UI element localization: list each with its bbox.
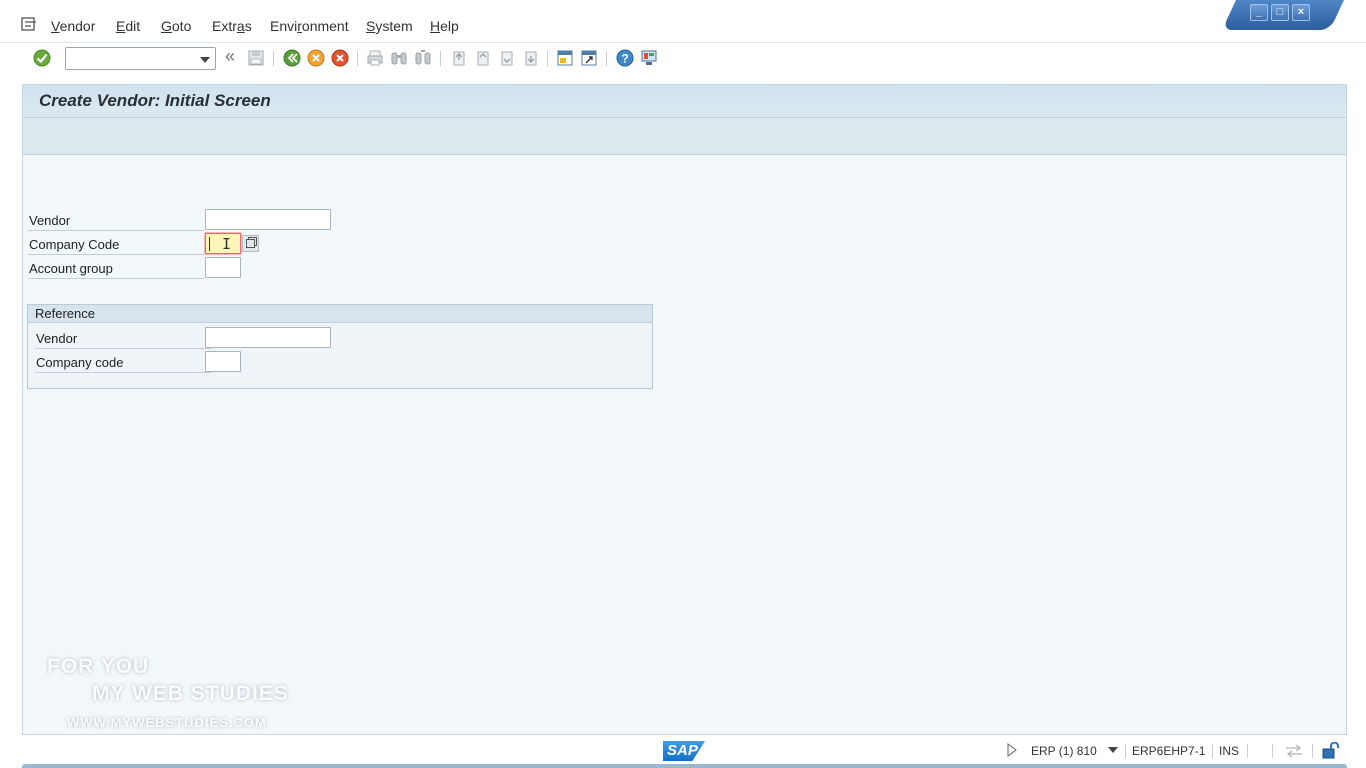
- menu-system[interactable]: System: [366, 18, 413, 34]
- unlock-icon[interactable]: [1322, 742, 1340, 759]
- watermark-line-1: FOR YOU: [47, 655, 150, 678]
- exit-icon[interactable]: [307, 49, 325, 67]
- system-info: ERP (1) 810: [1031, 744, 1097, 758]
- menu-goto[interactable]: Goto: [161, 18, 191, 34]
- menu-environment[interactable]: Environment: [270, 18, 349, 34]
- svg-text:?: ?: [621, 52, 628, 66]
- minimize-button[interactable]: _: [1250, 4, 1268, 21]
- layout-icon[interactable]: [640, 49, 658, 67]
- reference-vendor-input[interactable]: [205, 327, 331, 348]
- company-code-row: Company Code: [28, 233, 204, 255]
- toolbar-separator: [357, 51, 358, 66]
- menu-bar: Vendor Edit Goto Extras Environment Syst…: [0, 0, 1366, 43]
- vendor-row: Vendor: [28, 209, 204, 231]
- maximize-button[interactable]: □: [1271, 4, 1289, 21]
- status-separator: [1125, 744, 1126, 758]
- create-session-icon[interactable]: [556, 49, 574, 67]
- sap-logo: SAP: [663, 741, 705, 761]
- reference-group-box: Reference Vendor Company code: [27, 304, 653, 389]
- menu-extras[interactable]: Extras: [212, 18, 252, 34]
- menu-vendor[interactable]: Vendor: [51, 18, 95, 34]
- status-separator: [1312, 744, 1313, 758]
- print-icon[interactable]: [366, 49, 384, 67]
- status-separator: [1272, 744, 1273, 758]
- toolbar-separator: [547, 51, 548, 66]
- value-help-icon[interactable]: [242, 235, 259, 252]
- watermark-line-2: MY WEB STUDIES: [92, 682, 289, 705]
- company-code-label: Company Code: [29, 237, 120, 252]
- find-icon[interactable]: [390, 49, 408, 67]
- application-toolbar: [23, 118, 1346, 155]
- status-separator: [1212, 744, 1213, 758]
- sap-logo-text: SAP: [667, 742, 698, 759]
- help-icon[interactable]: ?: [616, 49, 634, 67]
- shortcut-icon[interactable]: [580, 49, 598, 67]
- command-field[interactable]: [65, 47, 216, 70]
- window-controls: _ □ ×: [1250, 4, 1310, 21]
- account-group-label: Account group: [29, 261, 113, 276]
- toolbar-separator: [273, 51, 274, 66]
- reference-company-code-label: Company code: [36, 355, 124, 370]
- screen-area: Create Vendor: Initial Screen Vendor Com…: [22, 84, 1347, 735]
- next-page-icon[interactable]: [498, 49, 516, 67]
- reference-group-title: Reference: [35, 306, 95, 321]
- toolbar-separator: [440, 51, 441, 66]
- chevron-down-icon[interactable]: [1108, 747, 1118, 754]
- previous-page-icon[interactable]: [474, 49, 492, 67]
- toolbar-separator: [606, 51, 607, 66]
- first-page-icon[interactable]: [450, 49, 468, 67]
- vendor-input[interactable]: [205, 209, 331, 230]
- menu-icon[interactable]: [21, 17, 37, 31]
- account-group-row: Account group: [28, 257, 204, 279]
- reference-vendor-label: Vendor: [36, 331, 78, 346]
- chevron-down-icon[interactable]: [200, 57, 210, 63]
- server-info: ERP6EHP7-1: [1132, 744, 1206, 758]
- text-cursor-icon: I: [222, 235, 232, 253]
- save-icon[interactable]: [247, 49, 265, 67]
- account-group-input[interactable]: [205, 257, 241, 278]
- screen-title-bar: Create Vendor: Initial Screen: [23, 85, 1346, 118]
- reference-group-header: Reference: [28, 305, 652, 323]
- status-bar: SAP ERP (1) 810 ERP6EHP7-1 INS: [0, 736, 1366, 768]
- close-button[interactable]: ×: [1292, 4, 1310, 21]
- reference-company-code-input[interactable]: [205, 351, 241, 372]
- menu-help[interactable]: Help: [430, 18, 459, 34]
- menu-edit[interactable]: Edit: [116, 18, 140, 34]
- reference-vendor-row: Vendor: [35, 327, 211, 349]
- collapse-double-chevron-icon[interactable]: «: [225, 46, 235, 67]
- last-page-icon[interactable]: [522, 49, 540, 67]
- reference-company-code-row: Company code: [35, 351, 211, 373]
- page-title: Create Vendor: Initial Screen: [39, 91, 271, 110]
- watermark-line-3: WWW.MYWEBSTUDIES.COM: [67, 715, 267, 730]
- standard-toolbar: « ?: [0, 43, 1366, 73]
- play-triangle-icon[interactable]: [1007, 743, 1017, 757]
- status-separator: [1247, 744, 1248, 758]
- insert-mode-indicator: INS: [1219, 744, 1240, 758]
- company-code-input[interactable]: I: [205, 233, 241, 254]
- transfer-arrows-icon: [1286, 744, 1302, 758]
- vendor-label: Vendor: [29, 213, 71, 228]
- bottom-border: [22, 764, 1347, 768]
- cancel-icon[interactable]: [331, 49, 349, 67]
- back-icon[interactable]: [283, 49, 301, 67]
- find-next-icon[interactable]: [414, 49, 432, 67]
- enter-check-icon[interactable]: [33, 49, 51, 67]
